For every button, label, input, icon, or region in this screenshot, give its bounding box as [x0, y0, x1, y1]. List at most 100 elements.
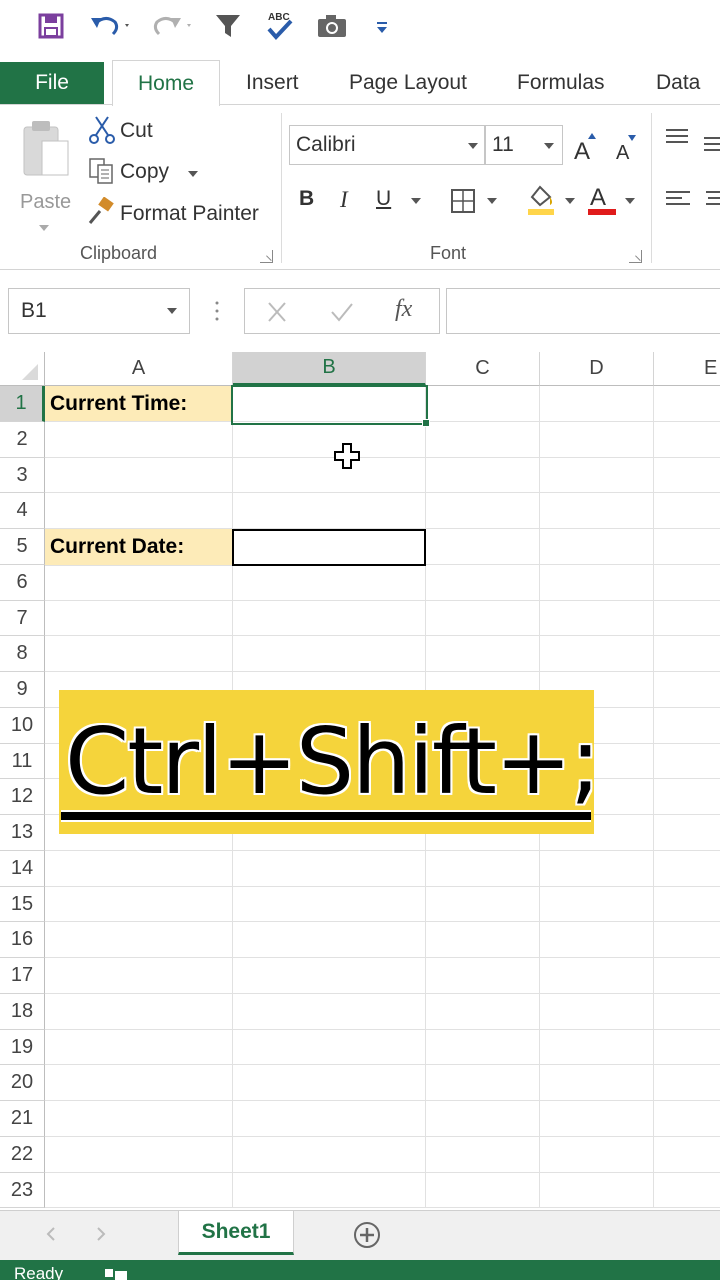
cell-e7[interactable]: [654, 601, 720, 636]
row-header-1[interactable]: 1: [0, 386, 45, 422]
font-color-icon[interactable]: A: [588, 183, 618, 217]
decrease-font-size-icon[interactable]: A: [612, 127, 642, 164]
name-box-dropdown-icon[interactable]: [167, 308, 177, 314]
row-header-22[interactable]: 22: [0, 1137, 45, 1173]
cell-e19[interactable]: [654, 1030, 720, 1065]
cell-b8[interactable]: [233, 636, 426, 672]
cell-b17[interactable]: [233, 958, 426, 994]
row-header-10[interactable]: 10: [0, 708, 45, 744]
cell-b3[interactable]: [233, 458, 426, 493]
copy-dropdown-icon[interactable]: [188, 171, 198, 177]
cell-b19[interactable]: [233, 1030, 426, 1065]
cell-b5[interactable]: [232, 529, 426, 566]
format-painter-button[interactable]: Format Painter: [86, 197, 270, 231]
cell-d4[interactable]: [540, 493, 654, 529]
column-header-a[interactable]: A: [45, 352, 233, 386]
cell-a4[interactable]: [45, 493, 233, 529]
customize-toolbar-icon[interactable]: [372, 8, 392, 44]
cell-b6[interactable]: [233, 565, 426, 601]
tab-page-layout[interactable]: Page Layout: [349, 62, 467, 104]
name-box[interactable]: B1: [8, 288, 190, 334]
macro-recording-icon[interactable]: [104, 1266, 128, 1280]
underline-button[interactable]: U: [376, 187, 391, 211]
cell-a15[interactable]: [45, 887, 233, 922]
spelling-icon[interactable]: ABC: [262, 8, 298, 44]
cell-c7[interactable]: [426, 601, 540, 636]
cell-b20[interactable]: [233, 1065, 426, 1101]
tab-home[interactable]: Home: [112, 60, 220, 106]
cell-b16[interactable]: [233, 922, 426, 958]
row-header-16[interactable]: 16: [0, 922, 45, 958]
fill-color-icon[interactable]: [526, 183, 558, 217]
row-header-14[interactable]: 14: [0, 851, 45, 887]
save-icon[interactable]: [34, 8, 68, 44]
cell-a14[interactable]: [45, 851, 233, 887]
cell-d18[interactable]: [540, 994, 654, 1030]
cell-d2[interactable]: [540, 422, 654, 458]
cell-c21[interactable]: [426, 1101, 540, 1137]
cell-e13[interactable]: [654, 815, 720, 851]
cell-b2[interactable]: [233, 422, 426, 458]
font-size-select[interactable]: 11: [485, 125, 563, 165]
row-header-13[interactable]: 13: [0, 815, 45, 851]
clipboard-dialog-launcher-icon[interactable]: [260, 250, 273, 263]
cell-b7[interactable]: [233, 601, 426, 636]
cell-c4[interactable]: [426, 493, 540, 529]
copy-button[interactable]: Copy: [86, 155, 206, 189]
cell-d3[interactable]: [540, 458, 654, 493]
cell-c1[interactable]: [426, 386, 540, 422]
cell-a17[interactable]: [45, 958, 233, 994]
borders-dropdown-icon[interactable]: [487, 198, 497, 204]
cell-e5[interactable]: [654, 529, 720, 565]
cell-e20[interactable]: [654, 1065, 720, 1101]
active-cell-b1[interactable]: [231, 385, 428, 425]
paste-button[interactable]: Paste: [14, 115, 76, 235]
scroll-sheets-right-icon[interactable]: [94, 1226, 108, 1242]
cell-c8[interactable]: [426, 636, 540, 672]
cell-d15[interactable]: [540, 887, 654, 922]
italic-button[interactable]: I: [340, 187, 348, 213]
cell-a1[interactable]: Current Time:: [45, 386, 233, 422]
fill-handle[interactable]: [422, 419, 430, 427]
cell-a8[interactable]: [45, 636, 233, 672]
cell-e23[interactable]: [654, 1173, 720, 1208]
underline-dropdown-icon[interactable]: [411, 198, 421, 204]
row-header-18[interactable]: 18: [0, 994, 45, 1030]
cell-e16[interactable]: [654, 922, 720, 958]
row-header-11[interactable]: 11: [0, 744, 45, 779]
confirm-entry-icon[interactable]: [329, 301, 355, 323]
font-color-dropdown-icon[interactable]: [625, 198, 635, 204]
column-header-d[interactable]: D: [540, 352, 654, 386]
cell-d1[interactable]: [540, 386, 654, 422]
cell-e9[interactable]: [654, 672, 720, 708]
select-all-corner[interactable]: [0, 352, 45, 386]
camera-icon[interactable]: [314, 8, 350, 44]
cell-e4[interactable]: [654, 493, 720, 529]
cell-a23[interactable]: [45, 1173, 233, 1208]
row-header-21[interactable]: 21: [0, 1101, 45, 1137]
borders-icon[interactable]: [450, 188, 476, 214]
cell-c19[interactable]: [426, 1030, 540, 1065]
scroll-sheets-left-icon[interactable]: [44, 1226, 58, 1242]
column-header-b[interactable]: B: [233, 352, 426, 386]
cell-c18[interactable]: [426, 994, 540, 1030]
cell-c20[interactable]: [426, 1065, 540, 1101]
cut-button[interactable]: Cut: [86, 115, 176, 149]
row-header-3[interactable]: 3: [0, 458, 45, 493]
cell-e17[interactable]: [654, 958, 720, 994]
cell-b21[interactable]: [233, 1101, 426, 1137]
row-header-6[interactable]: 6: [0, 565, 45, 601]
cell-e6[interactable]: [654, 565, 720, 601]
cell-d6[interactable]: [540, 565, 654, 601]
cell-c5[interactable]: [426, 529, 540, 565]
undo-icon[interactable]: [86, 8, 136, 44]
cell-a19[interactable]: [45, 1030, 233, 1065]
align-left-icon[interactable]: [664, 189, 692, 211]
row-header-9[interactable]: 9: [0, 672, 45, 708]
cancel-entry-icon[interactable]: [265, 301, 289, 323]
fill-color-dropdown-icon[interactable]: [565, 198, 575, 204]
cell-a6[interactable]: [45, 565, 233, 601]
cell-e18[interactable]: [654, 994, 720, 1030]
cell-c23[interactable]: [426, 1173, 540, 1208]
align-top-icon[interactable]: [664, 127, 692, 149]
